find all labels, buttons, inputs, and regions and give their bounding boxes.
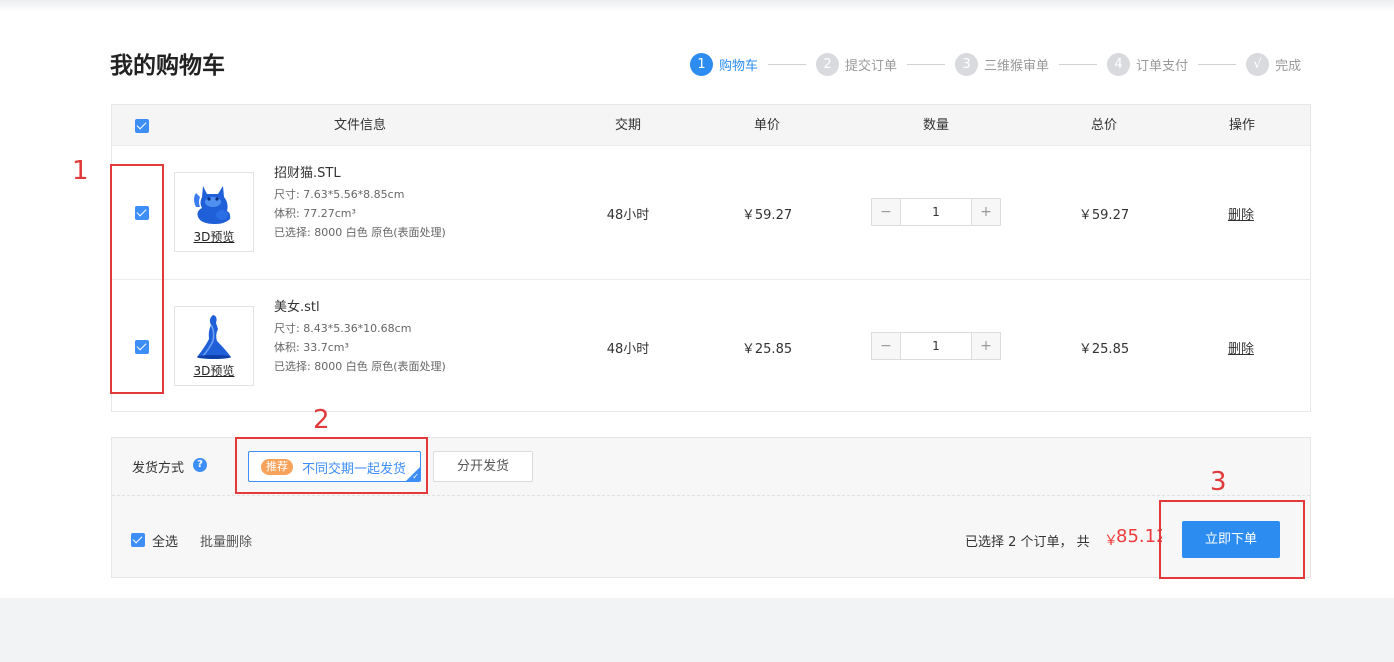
female-figure-model-icon [197,315,231,359]
step-label: 购物车 [719,58,759,74]
delete-link[interactable]: 删除 [1228,338,1254,357]
step-connector [1198,63,1237,65]
step-number: 2 [816,52,840,76]
step-number: √ [1246,52,1270,76]
unit-price: ￥59.27 [741,208,793,223]
help-icon[interactable]: ? [193,458,207,472]
step-payment: 4 订单支付 [1107,52,1189,76]
page-footer-band [0,598,1394,662]
model-thumbnail[interactable]: 3D预览 [174,172,254,252]
annotation-number: 3 [1210,467,1227,497]
step-number: 3 [955,52,979,76]
footer-select-all-checkbox[interactable] [131,533,145,547]
step-complete: √ 完成 [1246,52,1302,76]
order-summary: 已选择 2 个订单， 共 [965,535,1090,550]
file-selection: 已选择: 8000 白色 原色(表面处理) [274,226,446,239]
file-volume: 体积: 77.27cm³ [274,207,356,220]
delete-link[interactable]: 删除 [1228,204,1254,223]
step-cart: 1 购物车 [690,52,759,76]
annotation-number: 2 [313,405,330,435]
row-total: ￥25.85 [1078,342,1130,357]
table-header: 文件信息 交期 单价 数量 总价 操作 [112,105,1310,146]
file-volume: 体积: 33.7cm³ [274,341,349,354]
annotation-number: 1 [72,156,89,186]
3d-preview-link[interactable]: 3D预览 [175,228,253,245]
col-file-info: 文件信息 [333,118,386,133]
step-label: 提交订单 [845,58,898,74]
quantity-stepper: − 1 + [871,198,1001,226]
row-checkbox[interactable] [135,206,149,220]
lead-time: 48小时 [606,208,650,223]
unit-price: ￥25.85 [741,342,793,357]
file-size: 尺寸: 8.43*5.36*10.68cm [274,322,412,335]
table-row: 3D预览 美女.stl 尺寸: 8.43*5.36*10.68cm 体积: 33… [112,279,1310,412]
step-label: 订单支付 [1136,58,1189,74]
quantity-stepper: − 1 + [871,332,1001,360]
row-total: ￥59.27 [1078,208,1130,223]
col-lead-time: 交期 [614,118,641,133]
step-label: 三维猴审单 [984,58,1050,74]
shipping-panel: 发货方式 ? 推荐 不同交期一起发货 ✓ 分开发货 全选 批量删除 已选择 2 … [111,437,1311,578]
lucky-cat-model-icon [194,186,231,224]
quantity-input[interactable]: 1 [900,199,972,225]
quantity-input[interactable]: 1 [900,333,972,359]
step-submit-order: 2 提交订单 [816,52,898,76]
file-name: 招财猫.STL [274,166,341,181]
decrement-button[interactable]: − [872,199,900,225]
grand-total: 85.12 [1116,526,1162,547]
step-number: 1 [690,52,713,76]
3d-preview-link[interactable]: 3D预览 [175,362,253,379]
ship-separate-option[interactable]: 分开发货 [433,451,533,482]
divider [112,495,1310,496]
file-info: 招财猫.STL 尺寸: 7.63*5.56*8.85cm 体积: 77.27cm… [274,164,464,242]
model-thumbnail[interactable]: 3D预览 [174,306,254,386]
col-unit-price: 单价 [753,118,780,133]
cart-table: 文件信息 交期 单价 数量 总价 操作 3D预览 招财猫.STL 尺寸: 7.6… [111,104,1311,412]
step-connector [1059,63,1098,65]
page-title: 我的购物车 [110,53,225,79]
lead-time: 48小时 [606,342,650,357]
step-label: 完成 [1275,58,1302,74]
step-number: 4 [1107,52,1131,76]
file-selection: 已选择: 8000 白色 原色(表面处理) [274,360,446,373]
place-order-button[interactable]: 立即下单 [1182,521,1280,558]
increment-button[interactable]: + [972,199,1000,225]
row-checkbox[interactable] [135,340,149,354]
table-row: 3D预览 招财猫.STL 尺寸: 7.63*5.56*8.85cm 体积: 77… [112,146,1310,279]
col-total: 总价 [1090,118,1117,133]
file-info: 美女.stl 尺寸: 8.43*5.36*10.68cm 体积: 33.7cm³… [274,298,464,376]
select-all-label[interactable]: 全选 [152,531,178,550]
recommended-badge: 推荐 [261,459,293,475]
ship-together-label: 不同交期一起发货 [302,462,407,477]
top-shadow [0,0,1394,12]
check-icon: ✓ [412,472,419,481]
progress-steps: 1 购物车 2 提交订单 3 三维猴审单 4 订单支付 √ 完成 [690,52,1301,76]
step-review: 3 三维猴审单 [955,52,1050,76]
decrement-button[interactable]: − [872,333,900,359]
file-size: 尺寸: 7.63*5.56*8.85cm [274,188,405,201]
file-name: 美女.stl [274,300,320,315]
header-select-all-checkbox[interactable] [135,119,149,133]
increment-button[interactable]: + [972,333,1000,359]
col-action: 操作 [1228,118,1255,133]
ship-together-option[interactable]: 推荐 不同交期一起发货 ✓ [248,451,421,482]
step-connector [768,63,807,65]
batch-delete-button[interactable]: 批量删除 [200,531,252,550]
col-quantity: 数量 [922,118,949,133]
shipping-method-label: 发货方式 [132,461,185,476]
step-connector [907,63,946,65]
